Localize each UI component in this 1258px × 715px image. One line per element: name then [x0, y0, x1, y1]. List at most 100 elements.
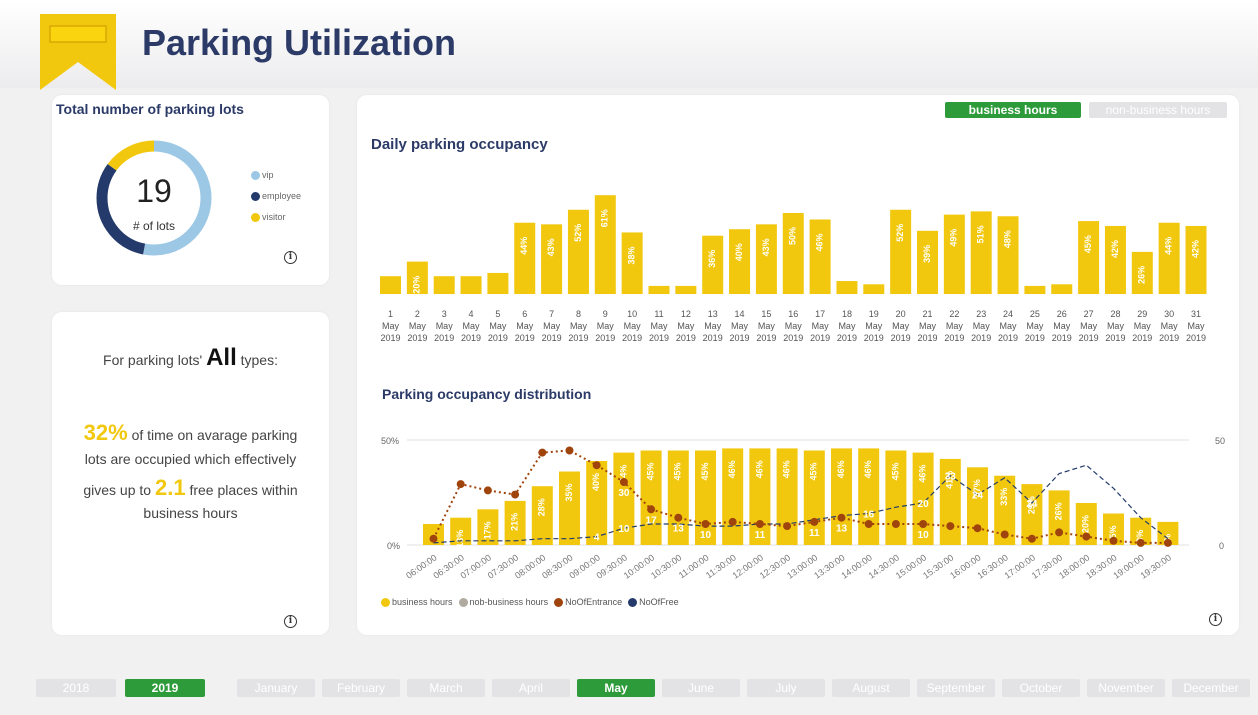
month-button-february[interactable]: February [322, 679, 400, 697]
daily-bar[interactable] [836, 281, 858, 294]
noofentrance-point[interactable] [755, 520, 764, 528]
noofentrance-point[interactable] [973, 524, 982, 533]
info-icon[interactable]: i [284, 615, 297, 628]
noofentrance-point[interactable] [810, 517, 819, 526]
daily-bar[interactable] [863, 284, 885, 294]
daily-bar-label: 50% [788, 227, 798, 245]
noofentrance-point[interactable] [483, 486, 492, 495]
daily-bar[interactable] [514, 222, 536, 294]
daily-tick-day: 21 [922, 309, 932, 319]
daily-tick-month: May [650, 321, 668, 331]
daily-bar[interactable] [782, 213, 804, 294]
daily-tick-month: May [1161, 321, 1179, 331]
noofentrance-point[interactable] [511, 490, 520, 499]
daily-bar[interactable] [1185, 225, 1207, 294]
daily-bar[interactable] [1158, 222, 1180, 294]
daily-bar[interactable] [1078, 221, 1100, 294]
daily-bar[interactable] [648, 285, 670, 294]
noofentrance-point[interactable] [1027, 534, 1036, 543]
info-icon[interactable]: i [284, 251, 297, 264]
month-button-august[interactable]: August [832, 679, 910, 697]
daily-bar-label: 44% [1164, 237, 1174, 255]
legend-employee: employee [251, 191, 301, 201]
month-button-december[interactable]: December [1172, 679, 1250, 697]
year-button-2018[interactable]: 2018 [36, 679, 116, 697]
noofentrance-point[interactable] [647, 505, 656, 514]
noofentrance-point[interactable] [1055, 528, 1064, 537]
daily-tick-month: May [946, 321, 964, 331]
noofentrance-point[interactable] [674, 513, 683, 522]
year-button-2019[interactable]: 2019 [125, 679, 205, 697]
lots-unit: # of lots [132, 219, 176, 233]
month-button-october[interactable]: October [1002, 679, 1080, 697]
daily-bar[interactable] [890, 209, 912, 294]
distribution-bar-label: 40% [591, 473, 601, 491]
daily-bar[interactable] [460, 276, 482, 294]
month-button-september[interactable]: September [917, 679, 995, 697]
daily-bar[interactable] [755, 224, 777, 294]
daily-bar[interactable] [809, 219, 831, 294]
daily-tick-year: 2019 [434, 333, 454, 343]
noofentrance-point[interactable] [919, 520, 928, 528]
noofentrance-point[interactable] [783, 522, 792, 531]
daily-bar[interactable] [1024, 285, 1046, 294]
noofentrance-point[interactable] [837, 513, 846, 522]
daily-bar[interactable] [487, 272, 509, 294]
summary-line4: gives up to 2.1 free places within [52, 475, 329, 501]
month-button-march[interactable]: March [407, 679, 485, 697]
distribution-bar-label: 28% [537, 498, 547, 516]
daily-tick-month: May [731, 321, 749, 331]
noofentrance-label: 10 [700, 530, 712, 541]
noofentrance-point[interactable] [592, 461, 601, 470]
noofentrance-point[interactable] [1163, 538, 1172, 547]
daily-bar[interactable] [1104, 225, 1126, 294]
month-button-july[interactable]: July [747, 679, 825, 697]
daily-bar[interactable] [1051, 284, 1073, 294]
noofentrance-point[interactable] [864, 520, 873, 528]
noofentrance-label: 13 [673, 524, 685, 535]
noofentrance-point[interactable] [538, 448, 547, 457]
daily-tick-day: 3 [442, 309, 447, 319]
daily-tick-year: 2019 [461, 333, 481, 343]
daily-tick-month: May [570, 321, 588, 331]
daily-tick-year: 2019 [595, 333, 615, 343]
month-button-november[interactable]: November [1087, 679, 1165, 697]
month-button-june[interactable]: June [662, 679, 740, 697]
noofentrance-point[interactable] [429, 534, 438, 543]
nooffree-label: 24 [972, 491, 984, 502]
distribution-bar[interactable] [559, 471, 580, 546]
noofentrance-point[interactable] [891, 520, 900, 528]
noofentrance-point[interactable] [1000, 530, 1009, 539]
noofentrance-point[interactable] [619, 478, 628, 486]
daily-bar[interactable] [675, 285, 697, 294]
summary-prefix: For parking lots' [103, 352, 203, 368]
daily-bar-label: 46% [814, 233, 824, 251]
nooffree-label: 16 [863, 510, 875, 521]
daily-tick-year: 2019 [542, 333, 562, 343]
daily-bar[interactable] [541, 224, 563, 294]
distribution-bar-label: 46% [727, 460, 737, 478]
noofentrance-point[interactable] [1082, 532, 1091, 541]
daily-tick-day: 8 [576, 309, 581, 319]
daily-tick-year: 2019 [515, 333, 535, 343]
month-button-april[interactable]: April [492, 679, 570, 697]
daily-bar[interactable] [970, 211, 992, 294]
noofentrance-point[interactable] [565, 446, 574, 455]
daily-bar-label: 42% [1190, 240, 1200, 258]
noofentrance-point[interactable] [456, 480, 465, 489]
noofentrance-point[interactable] [701, 520, 710, 528]
daily-bar[interactable] [943, 214, 965, 294]
daily-bar[interactable] [997, 216, 1019, 294]
noofentrance-point[interactable] [1109, 536, 1118, 545]
month-button-may[interactable]: May [577, 679, 655, 697]
daily-bar[interactable] [380, 276, 401, 294]
noofentrance-point[interactable] [728, 517, 737, 526]
noofentrance-point[interactable] [946, 522, 955, 531]
distribution-bar[interactable] [967, 467, 988, 545]
month-button-january[interactable]: January [237, 679, 315, 697]
info-icon[interactable]: i [1209, 613, 1222, 626]
daily-bar[interactable] [567, 209, 589, 294]
noofentrance-point[interactable] [1136, 538, 1145, 547]
daily-tick-day: 9 [603, 309, 608, 319]
daily-bar[interactable] [433, 276, 455, 294]
